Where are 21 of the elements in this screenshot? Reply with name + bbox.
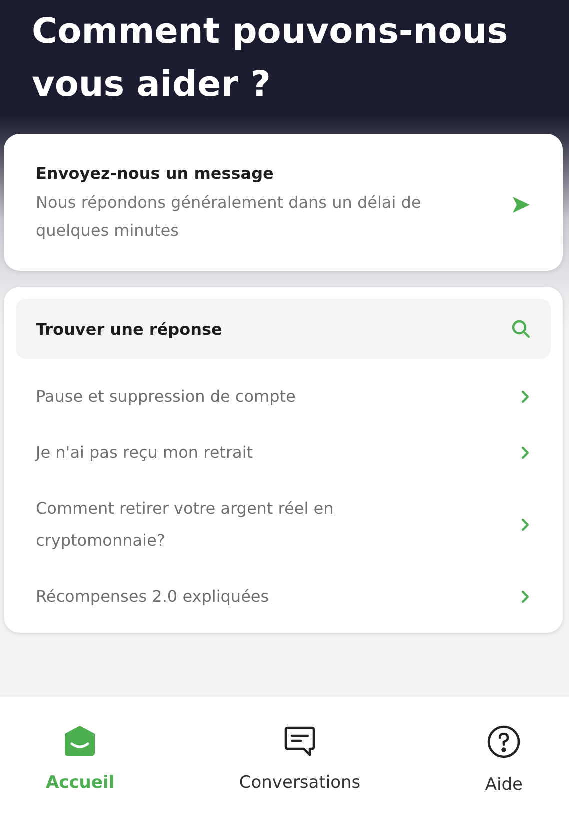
message-icon: [284, 725, 316, 757]
card-title: Envoyez-nous un message: [36, 164, 275, 183]
chevron-icon: [521, 590, 531, 604]
nav-tab[interactable]: Accueil: [40, 697, 121, 817]
chevron-icon: [521, 390, 531, 404]
nav-tab[interactable]: Conversations: [233, 697, 367, 817]
home-icon: [63, 725, 98, 757]
article-link[interactable]: Pause et suppression de compte: [16, 369, 551, 425]
article-link[interactable]: Comment retirer votre argent réel en cryptomonnaie?: [16, 481, 551, 569]
send-message-card[interactable]: Envoyez-nous un message Nous répondons généralement dans un délai de quelques minutes: [4, 134, 563, 271]
send-icon: [511, 196, 531, 214]
search-icon: [511, 319, 531, 339]
article-link[interactable]: Je n'ai pas reçu mon retrait: [16, 425, 551, 481]
nav-tab[interactable]: Aide: [479, 697, 529, 817]
page-title: Comment pouvons-nous vous aider ?: [32, 11, 510, 107]
article-link[interactable]: Récompenses 2.0 expliquées: [16, 569, 551, 625]
card-subtitle: Nous répondons généralement dans un délai de quelques minutes: [36, 192, 422, 242]
chevron-icon: [521, 518, 531, 532]
chevron-icon: [521, 446, 531, 460]
help-icon: [487, 725, 522, 759]
search-button[interactable]: Trouver une réponse: [16, 299, 551, 359]
